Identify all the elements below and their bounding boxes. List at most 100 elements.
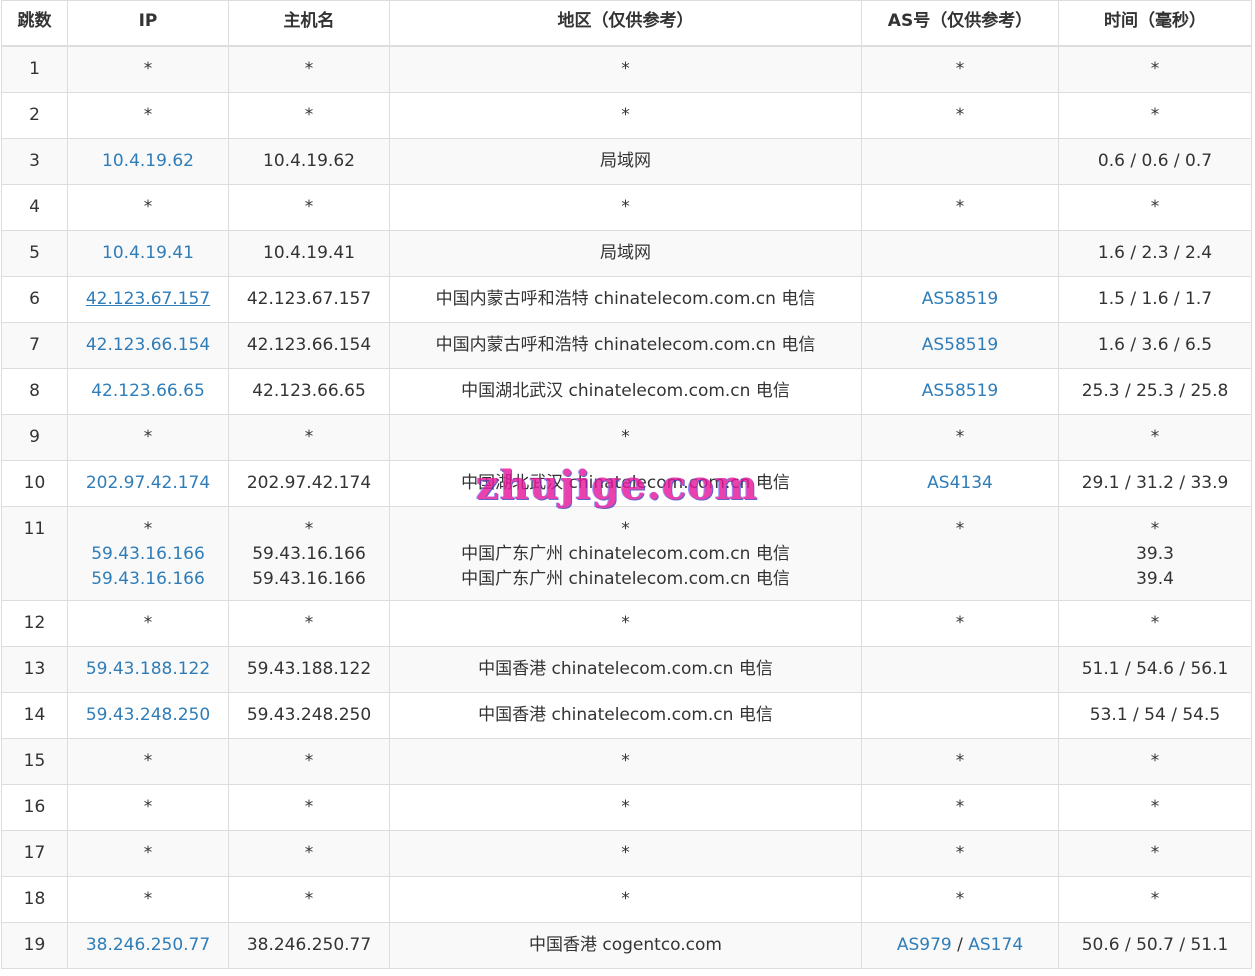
ip-cell: 42.123.67.157 <box>67 275 229 323</box>
hostname-cell: 38.246.250.77 <box>228 921 390 969</box>
table-row: 19 38.246.250.77 38.246.250.77 中国香港 cogentc… <box>1 921 1252 969</box>
time-text: 39.4 <box>1136 568 1174 589</box>
as-cell: * <box>861 599 1059 647</box>
time-cell: 51.1 / 54.6 / 56.1 <box>1058 645 1252 693</box>
ip-cell: * <box>67 91 229 139</box>
table-row: 15 * * * * * <box>1 737 1252 785</box>
as-timeout: * <box>955 842 965 863</box>
hop-number: 14 <box>23 704 46 725</box>
hostname-cell: * <box>228 91 390 139</box>
hop-number: 5 <box>29 242 40 263</box>
region-text: * <box>621 612 630 633</box>
region-text: * <box>621 750 630 771</box>
time-cell: 25.3 / 25.3 / 25.8 <box>1058 367 1252 415</box>
ip-link[interactable]: 42.123.67.157 <box>69 287 228 312</box>
ip-link[interactable]: 10.4.19.41 <box>69 241 228 266</box>
as-link[interactable]: AS58519 <box>922 335 999 355</box>
ip-link[interactable]: 59.43.188.122 <box>69 657 228 682</box>
as-cell: * <box>861 783 1059 831</box>
ip-cell: 10.4.19.41 <box>67 229 229 277</box>
ip-link[interactable]: 202.97.42.174 <box>69 471 228 496</box>
table-row: 18 * * * * * <box>1 875 1252 923</box>
time-text: * <box>1150 426 1160 447</box>
hostname-cell: 42.123.66.65 <box>228 367 390 415</box>
as-link[interactable]: AS174 <box>968 935 1023 955</box>
as-link[interactable]: AS4134 <box>927 473 993 493</box>
hostname-cell: * <box>228 829 390 877</box>
time-cell: 29.1 / 31.2 / 33.9 <box>1058 459 1252 507</box>
region-cell: 中国内蒙古呼和浩特 chinatelecom.com.cn 电信 <box>389 275 862 323</box>
time-cell: 0.6 / 0.6 / 0.7 <box>1058 137 1252 185</box>
header-time: 时间（毫秒） <box>1058 0 1252 47</box>
table-body: 1 * * * * * 2 * * * * * 3 10.4.19.62 10.4.19.62 局域网 0.6 … <box>1 45 1252 969</box>
table-row: 11 * 59.43.16.166 59.43.16.166 * 59.43.16.166… <box>1 505 1252 601</box>
region-text: * <box>621 59 630 79</box>
time-cell: * <box>1058 875 1252 923</box>
region-cell: * <box>389 737 862 785</box>
ip-timeout: * <box>143 612 153 633</box>
hostname-cell: 42.123.67.157 <box>228 275 390 323</box>
as-cell: AS58519 <box>861 321 1059 369</box>
as-cell: * <box>861 737 1059 785</box>
time-cell: * <box>1058 91 1252 139</box>
hop-number: 2 <box>29 104 40 125</box>
region-text: * <box>621 888 630 909</box>
hop-cell: 12 <box>1 599 68 647</box>
table-row: 6 42.123.67.157 42.123.67.157 中国内蒙古呼和浩特 chi… <box>1 275 1252 323</box>
time-text: * <box>1150 104 1160 125</box>
as-line: AS979 / AS174 <box>863 933 1058 958</box>
table-row: 16 * * * * * <box>1 783 1252 831</box>
as-cell: * <box>861 183 1059 231</box>
as-line: * <box>863 841 1058 866</box>
hop-number: 12 <box>23 612 46 633</box>
time-text: 39.3 <box>1136 543 1174 564</box>
region-cell: * 中国广东广州 chinatelecom.com.cn 电信 中国广东广州 chi… <box>389 505 862 601</box>
ip-link[interactable]: 42.123.66.154 <box>69 333 228 358</box>
region-cell: 中国内蒙古呼和浩特 chinatelecom.com.cn 电信 <box>389 321 862 369</box>
table-row: 3 10.4.19.62 10.4.19.62 局域网 0.6 / 0.6 / 0.7 <box>1 137 1252 185</box>
traceroute-table: 跳数 IP 主机名 地区（仅供参考） AS号（仅供参考） 时间（毫秒） 1 * * *… <box>1 0 1252 969</box>
region-text: 中国广东广州 chinatelecom.com.cn 电信 <box>461 543 790 564</box>
as-cell: * <box>861 91 1059 139</box>
region-cell: * <box>389 413 862 461</box>
time-text: * <box>1150 888 1160 909</box>
time-text: * <box>1150 612 1160 633</box>
ip-link[interactable]: 59.43.16.166 <box>69 542 228 567</box>
hostname-text: 10.4.19.62 <box>263 150 355 171</box>
region-text: 中国内蒙古呼和浩特 chinatelecom.com.cn 电信 <box>435 334 816 355</box>
as-cell: AS4134 <box>861 459 1059 507</box>
region-cell: * <box>389 829 862 877</box>
region-text: * <box>621 426 630 447</box>
region-text: 中国香港 cogentco.com <box>528 934 722 955</box>
time-cell: * <box>1058 783 1252 831</box>
as-link[interactable]: AS58519 <box>922 289 999 309</box>
as-timeout: * <box>955 59 965 79</box>
time-cell: * <box>1058 183 1252 231</box>
ip-link[interactable]: 10.4.19.62 <box>69 149 228 174</box>
hostname-cell: * <box>228 783 390 831</box>
hostname-cell: 42.123.66.154 <box>228 321 390 369</box>
ip-link[interactable]: 42.123.66.65 <box>69 379 228 404</box>
as-timeout: * <box>955 426 965 447</box>
hop-cell: 2 <box>1 91 68 139</box>
as-link[interactable]: AS979 <box>897 935 952 955</box>
as-link[interactable]: AS58519 <box>922 381 999 401</box>
ip-link[interactable]: 59.43.248.250 <box>69 703 228 728</box>
header-as: AS号（仅供参考） <box>861 0 1059 47</box>
region-cell: * <box>389 875 862 923</box>
region-cell: 中国香港 cogentco.com <box>389 921 862 969</box>
as-line: * <box>863 517 1058 542</box>
ip-timeout: * <box>143 196 153 217</box>
time-text: 53.1 / 54 / 54.5 <box>1089 704 1221 725</box>
time-text: 29.1 / 31.2 / 33.9 <box>1081 472 1229 493</box>
ip-link[interactable]: 59.43.16.166 <box>69 567 228 592</box>
as-cell: * <box>861 45 1059 93</box>
time-text: * <box>1150 518 1160 539</box>
time-text: 1.6 / 3.6 / 6.5 <box>1097 334 1213 355</box>
hostname-text: 10.4.19.41 <box>263 242 355 263</box>
hop-cell: 11 <box>1 505 68 601</box>
ip-link[interactable]: 38.246.250.77 <box>69 933 228 958</box>
as-line: AS58519 <box>863 333 1058 358</box>
as-timeout: * <box>955 196 965 217</box>
table-row: 4 * * * * * <box>1 183 1252 231</box>
